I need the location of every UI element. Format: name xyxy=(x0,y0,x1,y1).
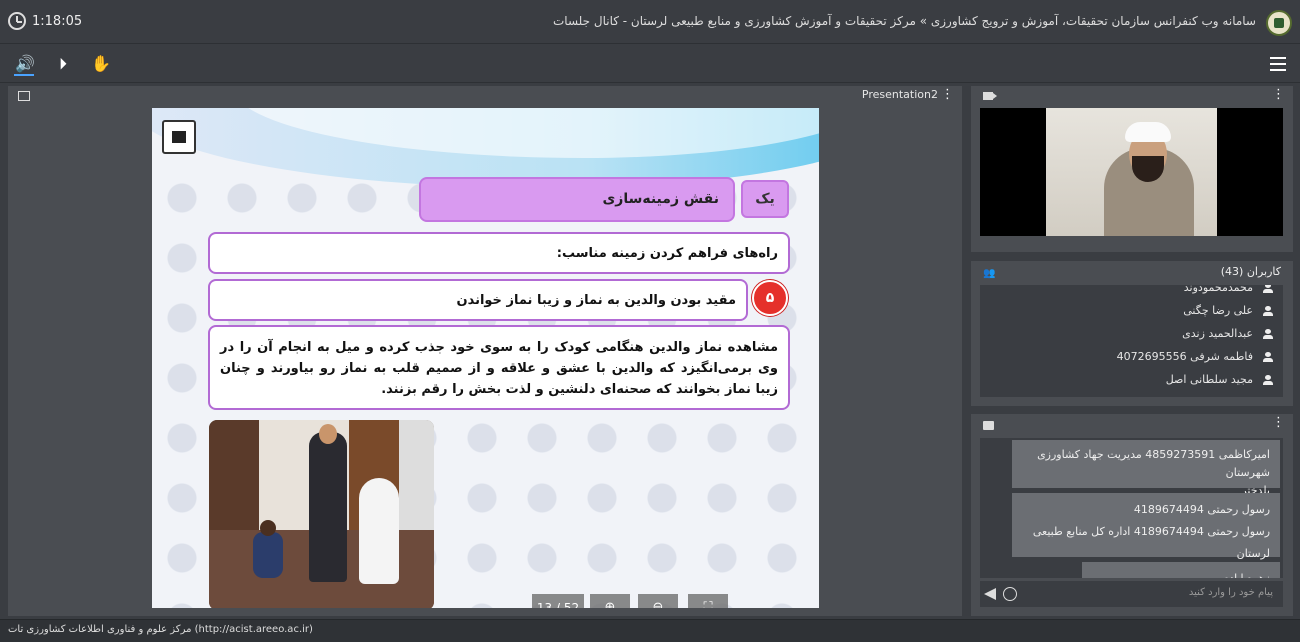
top-bar: 1:18:05 سامانه وب کنفرانس سازمان تحقیقات… xyxy=(0,0,1300,44)
users-list[interactable]: محمدمحمودوند علی رضا چگنی عبدالحمید زندی… xyxy=(980,285,1283,397)
slide-box-subtitle: راه‌های فراهم کردن زمینه مناسب: xyxy=(208,232,790,274)
users-title: کاربران (43) xyxy=(1220,265,1281,278)
slide-heading-text: نقش زمینه‌سازی xyxy=(602,191,719,207)
chat-options-icon[interactable]: ⋮ xyxy=(1272,415,1285,430)
footer: مرکز علوم و فناوری اطلاعات کشاورزی تات (… xyxy=(0,619,1300,642)
slide-box-item: مقید بودن والدین به نماز و زیبا نماز خوا… xyxy=(208,279,748,321)
footer-text: مرکز علوم و فناوری اطلاعات کشاورزی تات (… xyxy=(8,624,313,635)
users-icon: 👥 xyxy=(983,268,996,279)
slide-photo xyxy=(209,420,434,608)
users-header: 👥 کاربران (43) xyxy=(971,261,1293,283)
user-name: علی رضا چگنی xyxy=(1183,304,1253,317)
chat-panel: ⋮ امیرکاظمی 4859273591 مدیریت جهاد کشاور… xyxy=(971,414,1293,616)
toolbar: 🔊 ⏵ ✋ xyxy=(0,45,1300,83)
user-icon xyxy=(1263,329,1273,339)
elapsed-time: 1:18:05 xyxy=(32,14,83,29)
slide-heading: نقش زمینه‌سازی xyxy=(419,177,735,222)
organization-logo xyxy=(1266,10,1292,36)
emoji-icon[interactable] xyxy=(1003,587,1017,601)
page-indicator: 13 / 52 xyxy=(532,594,584,608)
user-name: عبدالحمید زندی xyxy=(1182,327,1253,340)
play-icon[interactable]: ⏵ xyxy=(52,53,74,75)
chat-message: زهره ابادی xyxy=(1082,562,1280,578)
page-title: سامانه وب کنفرانس سازمان تحقیقات، آموزش … xyxy=(552,14,1256,28)
chat-message-line: زهره ابادی xyxy=(1092,568,1270,578)
users-panel: 👥 کاربران (43) محمدمحمودوند علی رضا چگنی… xyxy=(971,261,1293,406)
user-item[interactable]: فاطمه شرفی 4072695556 xyxy=(1117,350,1273,370)
hamburger-icon[interactable] xyxy=(1270,57,1286,71)
user-name: مجید سلطانی اصل xyxy=(1165,373,1253,386)
user-item[interactable]: علی رضا چگنی xyxy=(1183,304,1273,324)
camera-panel: ⋮ xyxy=(971,86,1293,252)
speaker-icon[interactable]: 🔊 xyxy=(14,53,36,75)
user-icon xyxy=(1263,352,1273,362)
chat-message-line: امیرکاظمی 4859273591 مدیریت جهاد کشاورزی… xyxy=(1037,448,1270,479)
raise-hand-icon[interactable]: ✋ xyxy=(90,53,112,75)
camera-options-icon[interactable]: ⋮ xyxy=(1272,87,1285,102)
more-options-icon[interactable]: ⋮ xyxy=(941,87,954,102)
camera-header: ⋮ xyxy=(971,86,1293,106)
fullscreen-icon[interactable]: ⛶ xyxy=(688,594,728,608)
slide-box-paragraph: مشاهده نماز والدین هنگامی کودک را به سوی… xyxy=(208,325,790,410)
zoom-in-icon[interactable]: ⊕ xyxy=(590,594,630,608)
user-item[interactable]: محمدمحمودوند xyxy=(1184,285,1273,301)
chat-input[interactable]: پیام خود را وارد کنید xyxy=(980,581,1283,607)
chat-message: رسول رحمتی 4189674494 رسول رحمتی 4189674… xyxy=(1012,493,1280,560)
user-name: محمدمحمودوند xyxy=(1183,285,1253,294)
slide-paragraph-text: مشاهده نماز والدین هنگامی کودک را به سوی… xyxy=(220,340,778,397)
user-item[interactable]: عبدالحمید زندی xyxy=(1182,327,1273,347)
user-name: فاطمه شرفی 4072695556 xyxy=(1116,350,1253,363)
slide-box-subtitle-text: راه‌های فراهم کردن زمینه مناسب: xyxy=(556,246,778,261)
chat-message-line: رسول رحمتی 4189674494 xyxy=(1133,503,1270,516)
clock-icon xyxy=(8,12,26,30)
chat-message-line: رسول رحمتی 4189674494 اداره کل منابع طبی… xyxy=(1032,525,1270,560)
screen-icon[interactable] xyxy=(18,91,30,101)
chat-message: امیرکاظمی 4859273591 مدیریت جهاد کشاورزی… xyxy=(1012,440,1280,497)
slide-heading-number: یک xyxy=(741,180,789,218)
slide-item-number: ۵ xyxy=(752,280,788,316)
presentation-panel: Presentation2 ⋮ نقش زمینه‌سازی یک راه‌ها… xyxy=(8,86,962,616)
slide: نقش زمینه‌سازی یک راه‌های فراهم کردن زمی… xyxy=(152,108,819,608)
send-icon[interactable] xyxy=(984,588,996,600)
chat-messages[interactable]: امیرکاظمی 4859273591 مدیریت جهاد کشاورزی… xyxy=(980,438,1283,578)
camera-icon xyxy=(983,92,997,100)
chat-input-placeholder: پیام خود را وارد کنید xyxy=(1188,587,1273,598)
user-icon xyxy=(1263,375,1273,385)
chat-header: ⋮ xyxy=(971,414,1293,436)
chat-icon xyxy=(983,421,994,430)
slide-logo xyxy=(162,120,196,154)
presentation-name: Presentation2 xyxy=(861,88,938,101)
user-icon xyxy=(1263,285,1273,293)
active-indicator xyxy=(14,74,34,76)
user-item[interactable]: مجید سلطانی اصل xyxy=(1166,373,1273,393)
slide-box-item-text: مقید بودن والدین به نماز و زیبا نماز خوا… xyxy=(456,293,736,308)
user-icon xyxy=(1263,306,1273,316)
presentation-header: Presentation2 ⋮ xyxy=(8,86,962,106)
zoom-out-icon[interactable]: ⊖ xyxy=(638,594,678,608)
video-feed[interactable] xyxy=(980,108,1283,236)
